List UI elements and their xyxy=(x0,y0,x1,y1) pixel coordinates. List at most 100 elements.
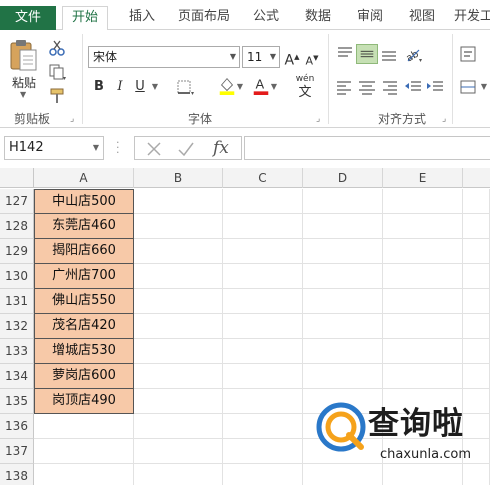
cell[interactable] xyxy=(463,289,490,314)
cell[interactable] xyxy=(383,264,463,289)
cell-a-store[interactable]: 萝岗店600 xyxy=(34,364,134,389)
font-size-select[interactable]: 11 ▼ xyxy=(242,46,280,68)
row-header[interactable]: 136 xyxy=(0,414,34,439)
cell[interactable] xyxy=(463,314,490,339)
font-color-dropdown-arrow[interactable]: ▼ xyxy=(270,76,278,98)
tab-data[interactable]: 数据 xyxy=(300,6,336,30)
wrap-text-icon[interactable] xyxy=(458,44,480,64)
cell[interactable] xyxy=(134,189,223,214)
cell[interactable] xyxy=(223,389,303,414)
row-header[interactable]: 129 xyxy=(0,239,34,264)
align-center-icon[interactable] xyxy=(356,77,378,97)
cell[interactable] xyxy=(383,214,463,239)
name-box[interactable]: H142 ▼ xyxy=(4,136,104,160)
cell[interactable] xyxy=(134,389,223,414)
fill-color-icon[interactable] xyxy=(216,75,238,95)
cancel-icon[interactable] xyxy=(145,140,163,158)
tab-file[interactable]: 文件 xyxy=(0,6,56,30)
cell[interactable] xyxy=(383,464,463,485)
cell[interactable] xyxy=(134,464,223,485)
cell[interactable] xyxy=(383,364,463,389)
row-header[interactable]: 127 xyxy=(0,189,34,214)
underline-dropdown-arrow[interactable]: ▼ xyxy=(150,76,160,98)
function-icon[interactable]: fx xyxy=(213,137,229,159)
cell[interactable] xyxy=(383,339,463,364)
paste-icon[interactable] xyxy=(8,38,38,72)
copy-icon[interactable]: ▾ xyxy=(46,62,68,82)
tab-developer[interactable]: 开发工 xyxy=(454,6,490,30)
cell[interactable] xyxy=(463,389,490,414)
cell[interactable] xyxy=(463,239,490,264)
shrink-font-button[interactable]: A▼ xyxy=(304,47,320,69)
cell[interactable] xyxy=(134,289,223,314)
row-header[interactable]: 128 xyxy=(0,214,34,239)
cell[interactable] xyxy=(463,189,490,214)
cell[interactable] xyxy=(463,214,490,239)
cell-a-store[interactable]: 增城店530 xyxy=(34,339,134,364)
align-middle-icon[interactable] xyxy=(356,44,378,64)
cell[interactable] xyxy=(303,464,383,485)
cell[interactable] xyxy=(223,339,303,364)
cell[interactable] xyxy=(463,414,490,439)
row-header[interactable]: 133 xyxy=(0,339,34,364)
row-header[interactable]: 131 xyxy=(0,289,34,314)
alignment-launcher-icon[interactable]: ⌟ xyxy=(442,114,446,124)
bold-button[interactable]: B xyxy=(90,76,108,98)
tab-review[interactable]: 审阅 xyxy=(352,6,388,30)
align-right-icon[interactable] xyxy=(378,77,400,97)
cell[interactable] xyxy=(134,314,223,339)
tab-view[interactable]: 视图 xyxy=(404,6,440,30)
cell[interactable] xyxy=(134,239,223,264)
paste-dropdown-arrow[interactable]: ▼ xyxy=(20,90,26,99)
cell[interactable] xyxy=(383,314,463,339)
cell[interactable] xyxy=(303,214,383,239)
cell[interactable] xyxy=(383,289,463,314)
cell-a-store[interactable]: 揭阳店660 xyxy=(34,239,134,264)
underline-button[interactable]: U xyxy=(132,76,148,98)
grow-font-button[interactable]: A▲ xyxy=(284,46,300,69)
cell[interactable] xyxy=(463,464,490,485)
italic-button[interactable]: I xyxy=(112,76,128,98)
cell[interactable] xyxy=(303,239,383,264)
cell-a[interactable] xyxy=(34,439,134,464)
row-header[interactable]: 134 xyxy=(0,364,34,389)
merge-dropdown-arrow[interactable]: ▼ xyxy=(480,76,488,98)
cell[interactable] xyxy=(134,214,223,239)
row-header[interactable]: 135 xyxy=(0,389,34,414)
cell[interactable] xyxy=(223,314,303,339)
align-bottom-icon[interactable] xyxy=(378,44,400,64)
enter-icon[interactable] xyxy=(177,140,195,158)
cell[interactable] xyxy=(134,439,223,464)
cell[interactable] xyxy=(303,189,383,214)
row-header[interactable]: 130 xyxy=(0,264,34,289)
cell[interactable] xyxy=(383,239,463,264)
row-header[interactable]: 132 xyxy=(0,314,34,339)
select-all-corner[interactable] xyxy=(0,168,34,188)
cell[interactable] xyxy=(134,264,223,289)
cell-a-store[interactable]: 岗顶店490 xyxy=(34,389,134,414)
phonetic-button[interactable]: wén 文 xyxy=(292,72,318,100)
cell[interactable] xyxy=(303,289,383,314)
column-header-c[interactable]: C xyxy=(223,168,303,188)
row-header[interactable]: 138 xyxy=(0,464,34,485)
cell[interactable] xyxy=(303,264,383,289)
format-painter-icon[interactable] xyxy=(46,86,68,106)
cell[interactable] xyxy=(134,414,223,439)
cut-icon[interactable] xyxy=(46,38,68,58)
borders-icon[interactable]: ▾ xyxy=(174,77,196,97)
paste-button-label[interactable]: 粘贴 xyxy=(12,74,36,91)
cell[interactable] xyxy=(303,364,383,389)
clipboard-launcher-icon[interactable]: ⌟ xyxy=(70,114,74,124)
column-header-a[interactable]: A xyxy=(34,168,134,188)
cell[interactable] xyxy=(223,414,303,439)
cell[interactable] xyxy=(303,314,383,339)
cell[interactable] xyxy=(223,289,303,314)
cell-a-store[interactable]: 茂名店420 xyxy=(34,314,134,339)
tab-formulas[interactable]: 公式 xyxy=(248,6,284,30)
cell[interactable] xyxy=(223,439,303,464)
tab-page-layout[interactable]: 页面布局 xyxy=(176,6,232,30)
cell[interactable] xyxy=(303,339,383,364)
cell[interactable] xyxy=(463,364,490,389)
cell[interactable] xyxy=(463,339,490,364)
fill-color-dropdown-arrow[interactable]: ▼ xyxy=(236,76,244,98)
